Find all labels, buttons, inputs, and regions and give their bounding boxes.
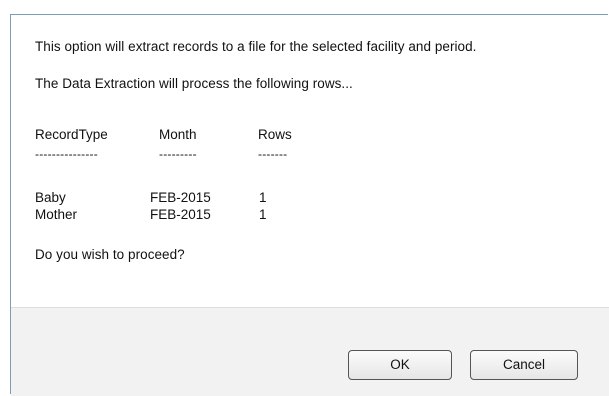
intro-text: This option will extract records to a fi… [35,39,477,54]
separator-record-type: --------------- [35,147,98,161]
row-record-type: Baby [35,190,66,205]
cancel-button[interactable]: Cancel [470,350,578,380]
row-month: FEB-2015 [150,190,211,205]
prompt-text: Do you wish to proceed? [35,247,185,262]
header-rows: Rows [258,127,292,142]
row-record-type: Mother [35,207,78,222]
confirmation-dialog: This option will extract records to a fi… [10,14,609,396]
row-count: 1 [259,190,267,205]
separator-month: --------- [159,147,197,161]
ok-button[interactable]: OK [348,350,452,380]
process-text: The Data Extraction will process the fol… [35,76,353,91]
separator-rows: ------- [258,147,288,161]
header-record-type: RecordType [35,127,108,142]
row-month: FEB-2015 [150,207,211,222]
header-month: Month [159,127,197,142]
row-count: 1 [259,207,267,222]
dialog-button-bar: OK Cancel [11,307,609,396]
dialog-content: This option will extract records to a fi… [11,15,609,307]
